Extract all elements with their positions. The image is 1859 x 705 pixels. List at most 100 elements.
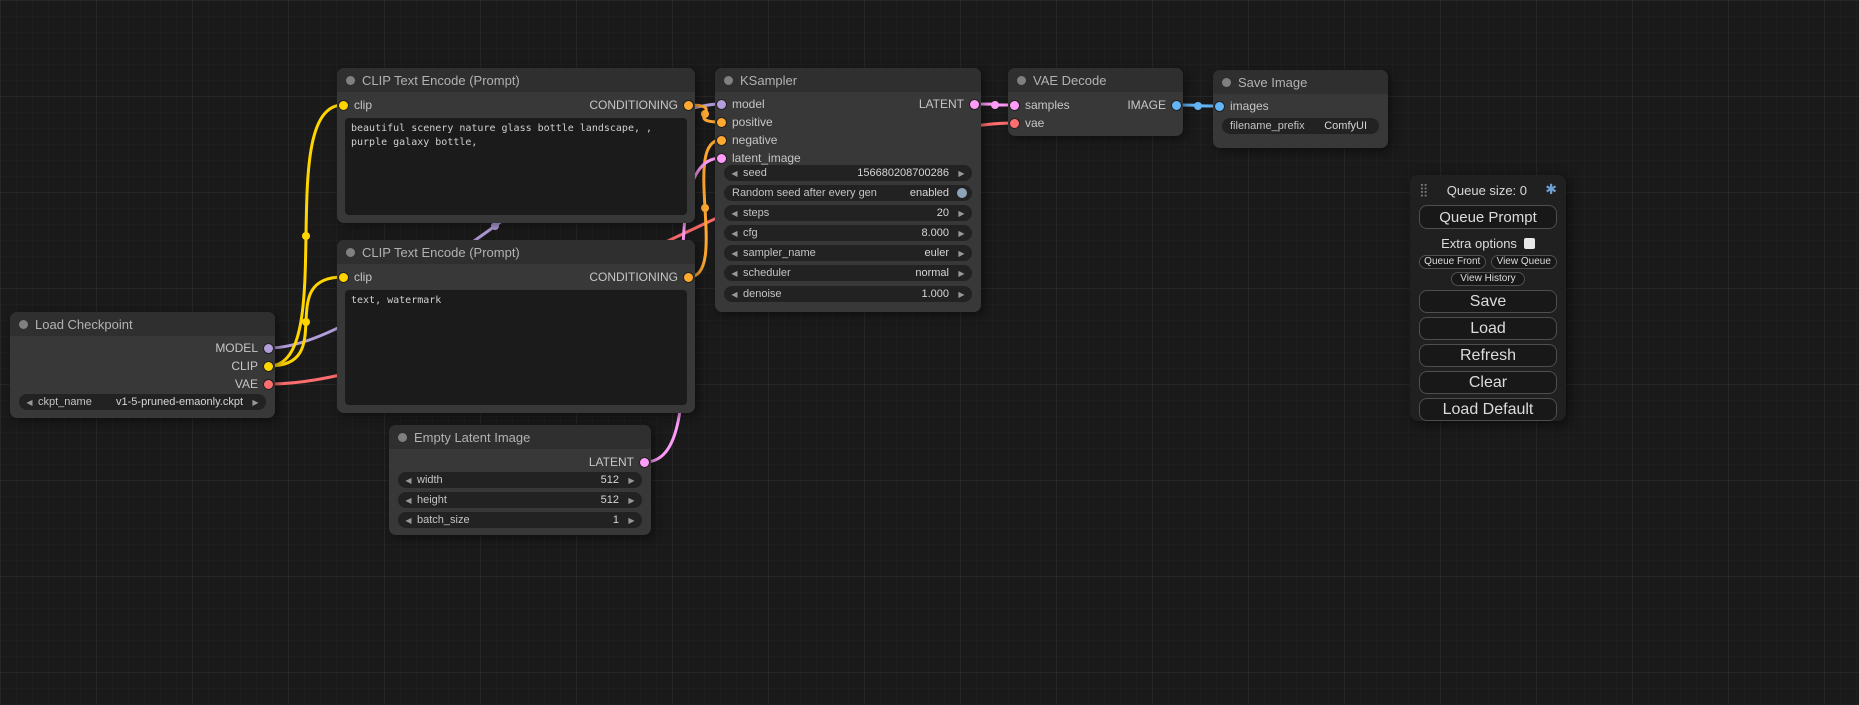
widget-batch-size[interactable]: ◀ batch_size 1 ▶ [398, 512, 642, 528]
arrow-right-icon[interactable]: ▶ [956, 249, 967, 258]
negative-prompt-textarea[interactable]: text, watermark [345, 290, 687, 405]
arrow-left-icon[interactable]: ◀ [403, 496, 414, 505]
node-titlebar[interactable]: Save Image [1213, 70, 1388, 94]
arrow-left-icon[interactable]: ◀ [729, 169, 740, 178]
port-latent-input[interactable] [717, 154, 726, 163]
widget-ckpt-name[interactable]: ◀ ckpt_name v1-5-pruned-emaonly.ckpt ▶ [19, 394, 266, 410]
toggle-dot-icon[interactable] [957, 188, 967, 198]
input-slot-images[interactable]: images [1213, 99, 1269, 113]
arrow-right-icon[interactable]: ▶ [956, 209, 967, 218]
port-clip-input[interactable] [339, 101, 348, 110]
output-slot-latent[interactable]: LATENT [589, 455, 651, 469]
widget-denoise[interactable]: ◀ denoise 1.000 ▶ [724, 286, 972, 302]
port-conditioning-input[interactable] [717, 118, 726, 127]
output-slot-conditioning[interactable]: CONDITIONING [589, 98, 695, 112]
node-titlebar[interactable]: VAE Decode [1008, 68, 1183, 92]
widget-scheduler[interactable]: ◀ scheduler normal ▶ [724, 265, 972, 281]
node-titlebar[interactable]: CLIP Text Encode (Prompt) [337, 240, 695, 264]
widget-filename-prefix[interactable]: filename_prefix ComfyUI [1222, 118, 1379, 134]
widget-steps[interactable]: ◀ steps 20 ▶ [724, 205, 972, 221]
node-graph-canvas[interactable]: Load Checkpoint MODEL CLIP VAE ◀ ckpt_na… [0, 0, 1859, 705]
node-titlebar[interactable]: CLIP Text Encode (Prompt) [337, 68, 695, 92]
node-titlebar[interactable]: KSampler [715, 68, 981, 92]
widget-seed[interactable]: ◀ seed 156680208700286 ▶ [724, 165, 972, 181]
input-slot-positive[interactable]: positive [715, 115, 773, 129]
arrow-right-icon[interactable]: ▶ [956, 169, 967, 178]
input-slot-model[interactable]: model [715, 97, 765, 111]
collapse-dot[interactable] [346, 76, 355, 85]
output-slot-clip[interactable]: CLIP [231, 359, 275, 373]
collapse-dot[interactable] [724, 76, 733, 85]
widget-height[interactable]: ◀ height 512 ▶ [398, 492, 642, 508]
port-conditioning-output[interactable] [684, 101, 693, 110]
port-model-output[interactable] [264, 344, 273, 353]
port-latent-input[interactable] [1010, 101, 1019, 110]
arrow-right-icon[interactable]: ▶ [956, 269, 967, 278]
arrow-left-icon[interactable]: ◀ [729, 209, 740, 218]
port-clip-input[interactable] [339, 273, 348, 282]
arrow-left-icon[interactable]: ◀ [729, 269, 740, 278]
view-queue-button[interactable]: View Queue [1491, 255, 1558, 269]
arrow-right-icon[interactable]: ▶ [626, 476, 637, 485]
port-latent-output[interactable] [640, 458, 649, 467]
node-clip-text-encode-negative[interactable]: CLIP Text Encode (Prompt) clip CONDITION… [337, 240, 695, 413]
load-default-button[interactable]: Load Default [1419, 398, 1557, 421]
node-save-image[interactable]: Save Image images filename_prefix ComfyU… [1213, 70, 1388, 148]
input-slot-latent-image[interactable]: latent_image [715, 151, 801, 165]
arrow-left-icon[interactable]: ◀ [24, 398, 35, 407]
port-latent-output[interactable] [970, 100, 979, 109]
collapse-dot[interactable] [1222, 78, 1231, 87]
queue-front-button[interactable]: Queue Front [1419, 255, 1486, 269]
arrow-right-icon[interactable]: ▶ [956, 290, 967, 299]
port-clip-output[interactable] [264, 362, 273, 371]
node-clip-text-encode-positive[interactable]: CLIP Text Encode (Prompt) clip CONDITION… [337, 68, 695, 223]
extra-options-checkbox[interactable] [1524, 238, 1535, 249]
port-conditioning-output[interactable] [684, 273, 693, 282]
arrow-right-icon[interactable]: ▶ [956, 229, 967, 238]
widget-random-seed[interactable]: Random seed after every gen enabled [724, 185, 972, 201]
input-slot-vae[interactable]: vae [1008, 116, 1044, 130]
collapse-dot[interactable] [1017, 76, 1026, 85]
input-slot-negative[interactable]: negative [715, 133, 777, 147]
node-titlebar[interactable]: Empty Latent Image [389, 425, 651, 449]
arrow-right-icon[interactable]: ▶ [250, 398, 261, 407]
collapse-dot[interactable] [346, 248, 355, 257]
arrow-left-icon[interactable]: ◀ [729, 290, 740, 299]
node-titlebar[interactable]: Load Checkpoint [10, 312, 275, 336]
node-load-checkpoint[interactable]: Load Checkpoint MODEL CLIP VAE ◀ ckpt_na… [10, 312, 275, 418]
port-vae-output[interactable] [264, 380, 273, 389]
arrow-left-icon[interactable]: ◀ [729, 249, 740, 258]
node-ksampler[interactable]: KSampler model positive negative latent_… [715, 68, 981, 312]
arrow-right-icon[interactable]: ▶ [626, 516, 637, 525]
view-history-button[interactable]: View History [1451, 272, 1525, 286]
settings-gear-icon[interactable]: ✱ [1545, 182, 1557, 198]
port-conditioning-input[interactable] [717, 136, 726, 145]
load-button[interactable]: Load [1419, 317, 1557, 340]
port-image-input[interactable] [1215, 102, 1224, 111]
port-image-output[interactable] [1172, 101, 1181, 110]
arrow-left-icon[interactable]: ◀ [403, 476, 414, 485]
output-slot-image[interactable]: IMAGE [1127, 98, 1183, 112]
refresh-button[interactable]: Refresh [1419, 344, 1557, 367]
input-slot-clip[interactable]: clip [337, 98, 372, 112]
collapse-dot[interactable] [19, 320, 28, 329]
output-slot-model[interactable]: MODEL [215, 341, 275, 355]
input-slot-clip[interactable]: clip [337, 270, 372, 284]
output-slot-conditioning[interactable]: CONDITIONING [589, 270, 695, 284]
arrow-right-icon[interactable]: ▶ [626, 496, 637, 505]
clear-button[interactable]: Clear [1419, 371, 1557, 394]
node-empty-latent-image[interactable]: Empty Latent Image LATENT ◀ width 512 ▶ … [389, 425, 651, 535]
arrow-left-icon[interactable]: ◀ [403, 516, 414, 525]
input-slot-samples[interactable]: samples [1008, 98, 1070, 112]
port-model-input[interactable] [717, 100, 726, 109]
queue-prompt-button[interactable]: Queue Prompt [1419, 205, 1557, 229]
port-vae-input[interactable] [1010, 119, 1019, 128]
arrow-left-icon[interactable]: ◀ [729, 229, 740, 238]
node-vae-decode[interactable]: VAE Decode samples vae IMAGE [1008, 68, 1183, 136]
output-slot-latent[interactable]: LATENT [919, 97, 981, 111]
widget-sampler-name[interactable]: ◀ sampler_name euler ▶ [724, 245, 972, 261]
collapse-dot[interactable] [398, 433, 407, 442]
widget-cfg[interactable]: ◀ cfg 8.000 ▶ [724, 225, 972, 241]
save-button[interactable]: Save [1419, 290, 1557, 313]
widget-width[interactable]: ◀ width 512 ▶ [398, 472, 642, 488]
